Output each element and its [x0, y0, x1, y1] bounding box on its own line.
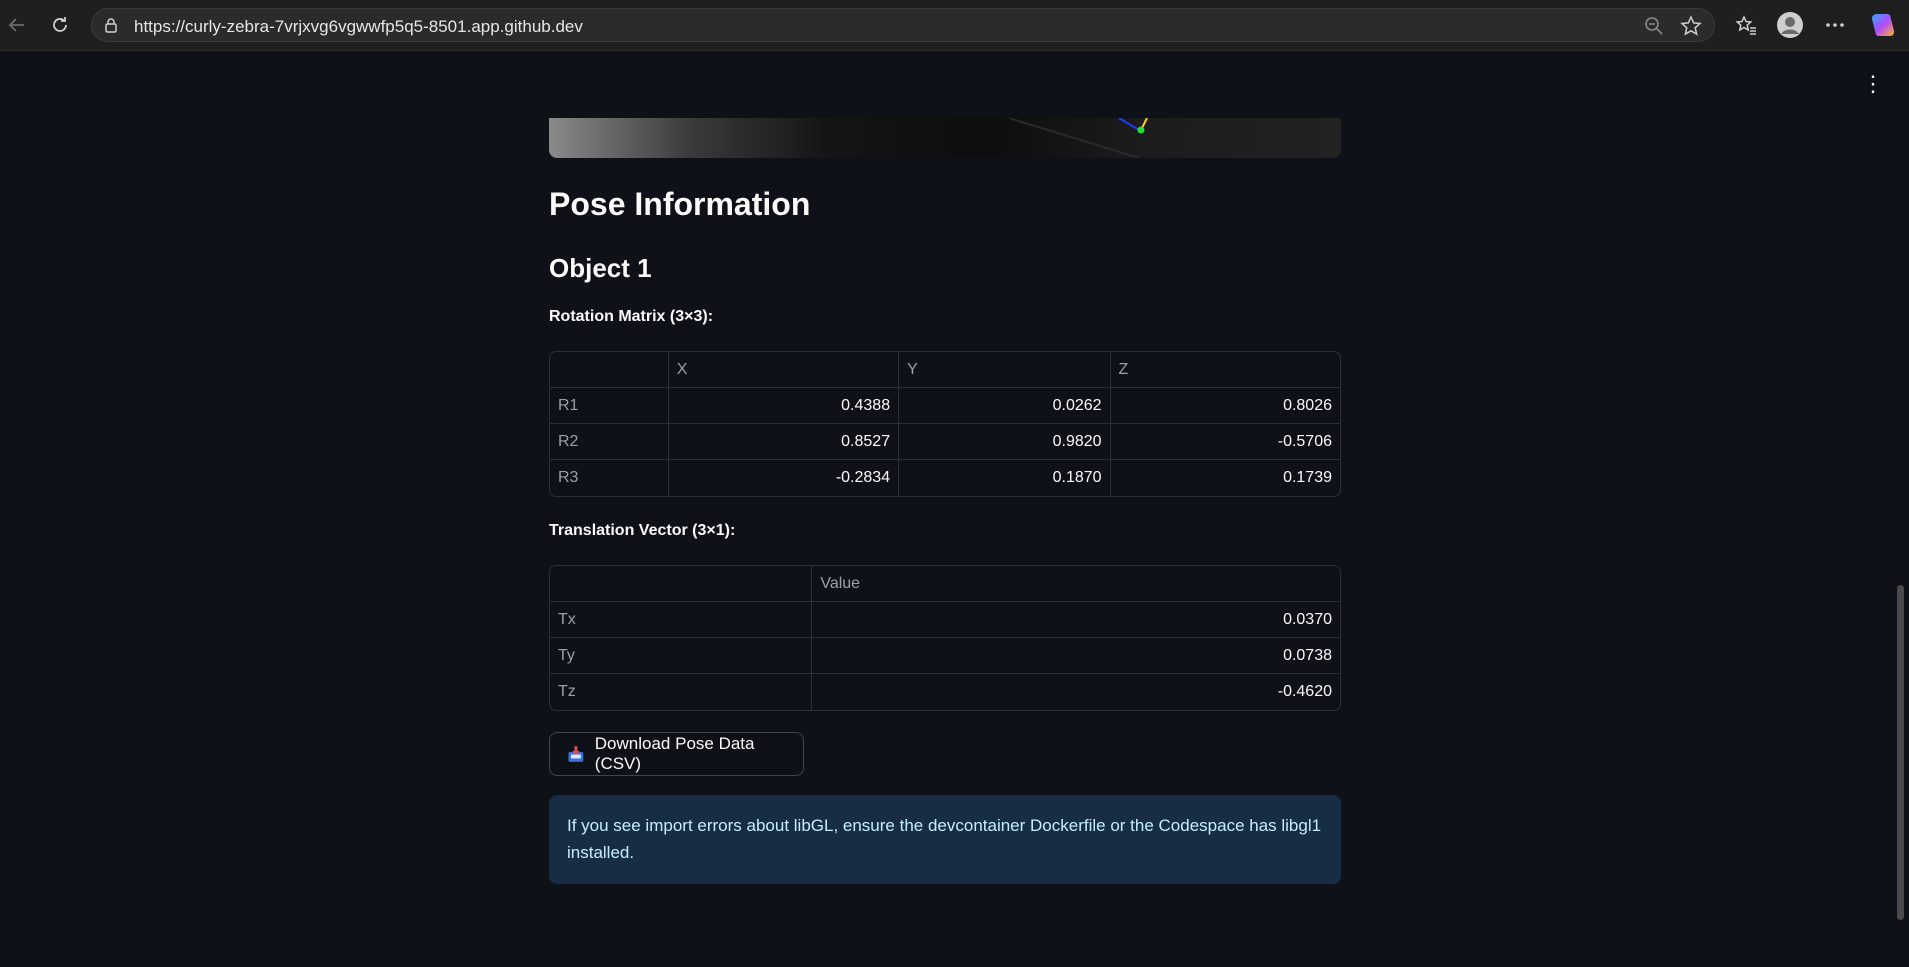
table-cell[interactable]: -0.2834: [669, 460, 900, 496]
browser-toolbar: https://curly-zebra-7vrjxvg6vgwwfp5q5-85…: [0, 0, 1909, 51]
column-header[interactable]: X: [668, 352, 900, 388]
translation-vector-table[interactable]: Value Tx 0.0370 Ty 0.0738 Tz -0.4620: [549, 565, 1341, 711]
table-cell[interactable]: 0.1739: [1111, 460, 1340, 496]
column-header[interactable]: Z: [1110, 352, 1340, 388]
section-title: Pose Information: [549, 186, 811, 222]
rotation-matrix-table[interactable]: X Y Z R1 0.4388 0.0262 0.8026 R2 0.8527 …: [549, 351, 1341, 497]
more-options-icon[interactable]: [1823, 13, 1847, 37]
table-row: Ty 0.0738: [550, 638, 1340, 674]
favorite-star-icon[interactable]: [1680, 15, 1702, 37]
table-row: R2 0.8527 0.9820 -0.5706: [550, 424, 1340, 460]
info-alert: If you see import errors about libGL, en…: [549, 795, 1341, 884]
table-cell[interactable]: 0.0370: [812, 602, 1340, 638]
table-cell[interactable]: 0.1870: [899, 460, 1111, 496]
table-row: R1 0.4388 0.0262 0.8026: [550, 388, 1340, 424]
table-cell[interactable]: 0.8026: [1110, 388, 1340, 424]
copilot-icon[interactable]: [1869, 11, 1897, 39]
column-header[interactable]: [550, 352, 669, 388]
back-icon[interactable]: [5, 13, 29, 37]
column-header[interactable]: Y: [899, 352, 1111, 388]
row-index[interactable]: R2: [550, 424, 669, 460]
main-menu-icon[interactable]: ⋮: [1862, 72, 1884, 96]
column-header[interactable]: [550, 566, 813, 602]
scrollbar-thumb[interactable]: [1897, 585, 1904, 920]
table-row: R3 -0.2834 0.1870 0.1739: [550, 460, 1340, 496]
table-header-row: X Y Z: [550, 352, 1340, 388]
download-button-label: Download Pose Data (CSV): [594, 734, 755, 773]
table-cell[interactable]: 0.4388: [668, 388, 900, 424]
refresh-icon[interactable]: [48, 13, 72, 37]
address-bar[interactable]: https://curly-zebra-7vrjxvg6vgwwfp5q5-85…: [91, 8, 1715, 42]
table-cell[interactable]: 0.0738: [812, 638, 1340, 674]
inbox-tray-icon: [568, 746, 584, 762]
object-title: Object 1: [549, 253, 652, 283]
url-text[interactable]: https://curly-zebra-7vrjxvg6vgwwfp5q5-85…: [134, 17, 583, 37]
favorites-icon[interactable]: [1734, 13, 1758, 37]
rotation-label: Rotation Matrix (3×3):: [549, 308, 714, 325]
row-index[interactable]: Tz: [550, 674, 813, 710]
annotated-image: [549, 118, 1341, 158]
table-cell[interactable]: 0.8527: [668, 424, 900, 460]
column-header[interactable]: Value: [812, 566, 1340, 602]
row-index[interactable]: Tx: [550, 602, 813, 638]
translation-label: Translation Vector (3×1):: [549, 522, 736, 539]
row-index[interactable]: R3: [550, 460, 669, 496]
table-cell[interactable]: -0.5706: [1110, 424, 1340, 460]
lock-icon[interactable]: [102, 16, 120, 34]
zoom-out-icon[interactable]: [1644, 16, 1664, 36]
table-row: Tx 0.0370: [550, 602, 1340, 638]
info-alert-text: If you see import errors about libGL, en…: [567, 816, 1322, 862]
table-header-row: Value: [550, 566, 1340, 602]
table-cell[interactable]: -0.4620: [812, 674, 1340, 710]
row-index[interactable]: R1: [550, 388, 669, 424]
table-row: Tz -0.4620: [550, 674, 1340, 710]
download-pose-csv-button[interactable]: Download Pose Data (CSV): [549, 732, 804, 776]
table-cell[interactable]: 0.0262: [899, 388, 1111, 424]
row-index[interactable]: Ty: [550, 638, 813, 674]
profile-avatar-icon[interactable]: [1776, 11, 1804, 39]
table-cell[interactable]: 0.9820: [899, 424, 1111, 460]
